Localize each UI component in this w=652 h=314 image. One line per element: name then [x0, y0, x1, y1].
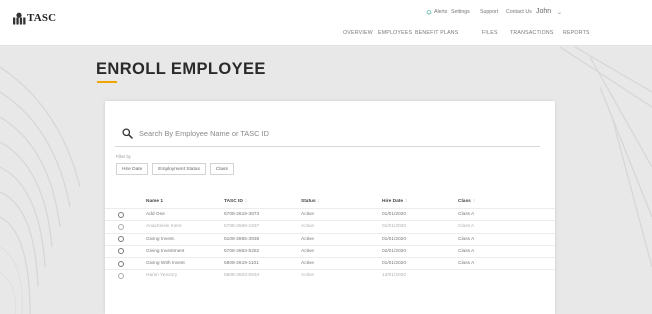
- cell-tasc-id: 5708-2619-3873: [224, 212, 260, 217]
- support-link[interactable]: Support: [480, 9, 498, 15]
- cell-status: Active: [301, 224, 315, 230]
- search-icon[interactable]: [122, 128, 133, 139]
- row-select-radio[interactable]: [118, 248, 124, 255]
- cell-name: Harim Yenzory: [146, 273, 178, 279]
- cell-hire-date: 02/01/2020: [382, 248, 407, 254]
- alerts-link[interactable]: Alerts: [426, 9, 447, 15]
- header-class[interactable]: Class ↕: [458, 199, 475, 204]
- cell-tasc-id: 5108-2865-3938: [224, 236, 260, 242]
- table-row[interactable]: Anachnisin Inere 5708-2568-1937 Active 0…: [105, 220, 555, 232]
- filter-employment-status[interactable]: Employment Status: [152, 163, 206, 175]
- cell-status: Active: [301, 236, 315, 242]
- cell-class: Class A: [458, 248, 475, 254]
- nav-overview[interactable]: OVERVIEW: [343, 30, 373, 36]
- cell-name: Giving Invest.: [146, 236, 176, 242]
- nav-transactions[interactable]: TRANSACTIONS: [510, 30, 554, 36]
- header-name[interactable]: Name 1: [146, 199, 163, 204]
- row-select-radio[interactable]: [118, 272, 124, 279]
- row-select-radio[interactable]: [118, 211, 124, 218]
- cell-tasc-id: 5808-2503-0534: [224, 273, 260, 279]
- cell-hire-date: 01/01/2020: [382, 261, 407, 267]
- cell-tasc-id: 5708-2863-5252: [224, 248, 260, 254]
- table-row[interactable]: Giving Invest. 5108-2865-3938 Active 01/…: [105, 232, 555, 245]
- header-hire-date[interactable]: Hire Date ↕: [382, 199, 407, 204]
- filter-chips: Hire Date Employment Status Class: [116, 163, 234, 175]
- search-bar: [115, 121, 540, 147]
- filter-hire-date[interactable]: Hire Date: [116, 163, 149, 175]
- header-status[interactable]: Status ↕: [301, 199, 320, 204]
- cell-status: Active: [301, 248, 315, 254]
- user-menu[interactable]: John: [536, 8, 551, 15]
- cell-status: Active: [301, 261, 315, 267]
- sort-icon[interactable]: ↕: [473, 199, 475, 204]
- nav-reports[interactable]: REPORTS: [563, 30, 590, 36]
- row-select-radio[interactable]: [118, 236, 124, 243]
- table-header: Name 1 TASC ID ↕ Status ↕ Hire Date ↕ Class…: [105, 197, 555, 208]
- settings-link[interactable]: Settings: [451, 9, 470, 15]
- cell-tasc-id: 5808-2619-1101: [224, 261, 259, 267]
- filter-class[interactable]: Class: [209, 163, 234, 175]
- cell-name: Giving With Invest: [146, 261, 185, 267]
- cell-class: Class A: [458, 236, 475, 242]
- cell-name: Add One: [146, 212, 165, 217]
- cell-name: Giving Investment: [146, 248, 185, 254]
- table-row[interactable]: Giving With Invest 5808-2619-1101 Active…: [105, 257, 555, 269]
- sort-icon[interactable]: ↕: [318, 199, 320, 204]
- cell-hire-date: 01/01/2020: [382, 224, 407, 230]
- top-bar: TASC Alerts Settings Support Contact Us …: [0, 0, 652, 46]
- utility-nav: Alerts Settings Support Contact Us John …: [0, 8, 652, 19]
- nav-benefit-plans[interactable]: BENEFIT PLANS: [415, 30, 459, 36]
- cell-status: Active: [301, 273, 315, 279]
- chevron-down-icon[interactable]: ⌄: [557, 9, 562, 16]
- cell-status: Active: [301, 212, 315, 217]
- main-nav: OVERVIEW EMPLOYEES BENEFIT PLANS FILES T…: [0, 30, 652, 40]
- contact-us-link[interactable]: Contact Us: [506, 9, 532, 15]
- search-input[interactable]: [139, 129, 519, 138]
- employee-table: Name 1 TASC ID ↕ Status ↕ Hire Date ↕ Class…: [105, 197, 555, 282]
- header-tasc-id[interactable]: TASC ID ↕: [224, 199, 247, 204]
- bell-icon: [426, 9, 432, 15]
- nav-files[interactable]: FILES: [482, 30, 498, 36]
- cell-class: Class A: [458, 212, 475, 217]
- table-row[interactable]: Add One 5708-2619-3873 Active 01/01/2020…: [105, 208, 555, 220]
- row-select-radio[interactable]: [118, 260, 124, 267]
- cell-hire-date: 01/01/2020: [382, 236, 407, 242]
- enroll-card: Filter by Hire Date Employment Status Cl…: [105, 101, 555, 314]
- cell-name: Anachnisin Inere: [146, 224, 182, 230]
- cell-class: Class A: [458, 224, 475, 230]
- filter-label: Filter by: [116, 154, 131, 159]
- nav-employees[interactable]: EMPLOYEES: [378, 30, 412, 36]
- cell-class: Class A: [458, 261, 475, 267]
- cell-hire-date: 01/01/2020: [382, 212, 407, 217]
- row-select-radio[interactable]: [118, 223, 124, 230]
- title-accent-rule: [97, 81, 117, 83]
- cell-hire-date: 13/01/2020: [382, 273, 407, 279]
- sort-icon[interactable]: ↕: [245, 199, 247, 204]
- alerts-label: Alerts: [434, 9, 448, 15]
- page-title: ENROLL EMPLOYEE: [96, 60, 266, 78]
- table-row[interactable]: Giving Investment 5708-2863-5252 Active …: [105, 244, 555, 257]
- cell-tasc-id: 5708-2568-1937: [224, 224, 260, 230]
- sort-icon[interactable]: ↕: [405, 199, 407, 204]
- table-row[interactable]: Harim Yenzory 5808-2503-0534 Active 13/0…: [105, 269, 555, 281]
